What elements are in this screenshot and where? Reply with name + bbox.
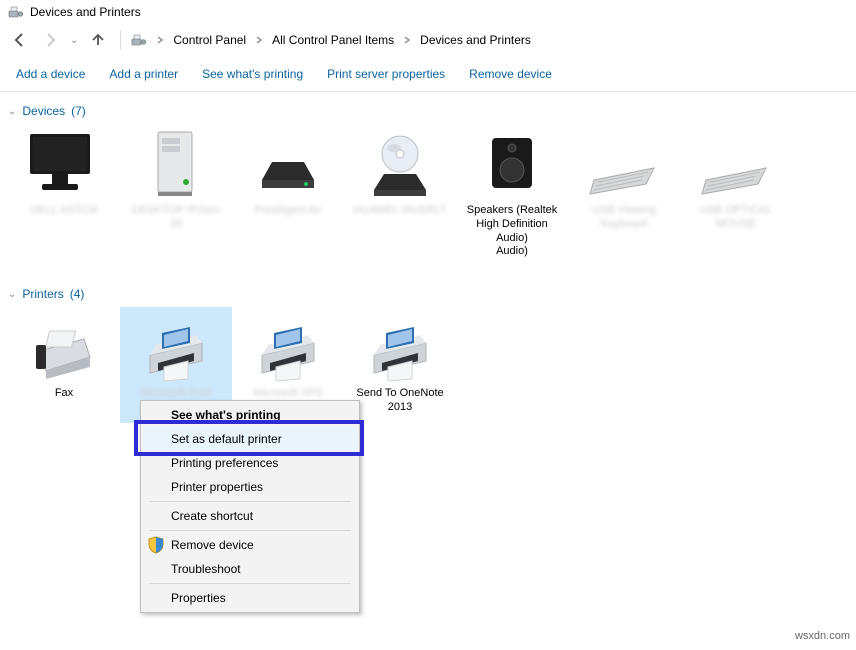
breadcrumb-root-icon[interactable] bbox=[131, 32, 147, 48]
up-button[interactable] bbox=[86, 28, 110, 52]
printer-label: Microsoft XPS bbox=[236, 387, 340, 401]
disc-icon bbox=[348, 130, 452, 200]
printer-item-onenote[interactable]: Send To OneNote 2013 bbox=[344, 307, 456, 423]
printer-icon bbox=[124, 313, 228, 383]
cmd-remove-device[interactable]: Remove device bbox=[469, 67, 552, 81]
section-printers-count: (4) bbox=[70, 287, 85, 301]
section-devices-label: Devices bbox=[22, 104, 65, 118]
cmd-add-printer[interactable]: Add a printer bbox=[109, 67, 178, 81]
speaker-icon bbox=[460, 130, 564, 200]
ctx-remove-device[interactable]: Remove device bbox=[143, 533, 357, 557]
printer-item-fax[interactable]: Fax bbox=[8, 307, 120, 423]
device-label: Prestiigent for bbox=[236, 204, 340, 218]
tower-icon bbox=[124, 130, 228, 200]
ctx-printer-props[interactable]: Printer properties bbox=[143, 475, 357, 499]
device-label: USB Viewing Keyboard bbox=[572, 204, 676, 232]
chevron-right-icon bbox=[402, 35, 412, 45]
ctx-troubleshoot[interactable]: Troubleshoot bbox=[143, 557, 357, 581]
cmd-add-device[interactable]: Add a device bbox=[16, 67, 85, 81]
keyboard-icon bbox=[684, 130, 788, 200]
ctx-see-printing[interactable]: See what's printing bbox=[143, 403, 357, 427]
separator bbox=[120, 30, 121, 50]
drive-icon bbox=[236, 130, 340, 200]
section-printers-label: Printers bbox=[22, 287, 63, 301]
window-title: Devices and Printers bbox=[30, 5, 141, 19]
device-item[interactable]: Prestiigent for bbox=[232, 124, 344, 267]
titlebar: Devices and Printers bbox=[0, 0, 856, 24]
device-item[interactable]: USB OPTICAL MOUSE bbox=[680, 124, 792, 267]
separator bbox=[149, 530, 351, 531]
printer-label: Microsoft Print bbox=[124, 387, 228, 401]
printer-label: Fax bbox=[12, 387, 116, 401]
cmd-see-printing[interactable]: See what's printing bbox=[202, 67, 303, 81]
ctx-properties[interactable]: Properties bbox=[143, 586, 357, 610]
device-item[interactable]: DESKTOP IPServ JD bbox=[120, 124, 232, 267]
ctx-create-shortcut[interactable]: Create shortcut bbox=[143, 504, 357, 528]
recent-locations-dropdown[interactable]: ⌄ bbox=[70, 35, 78, 46]
device-item[interactable]: USB Viewing Keyboard bbox=[568, 124, 680, 267]
device-label: Speakers (Realtek High Definition Audio)… bbox=[460, 204, 564, 259]
devices-grid: DELL ASTCM DESKTOP IPServ JD Prestiigent… bbox=[0, 124, 856, 275]
chevron-right-icon bbox=[155, 35, 165, 45]
printer-label: Send To OneNote 2013 bbox=[348, 387, 452, 415]
device-item[interactable]: HUAWEI JAVERLT bbox=[344, 124, 456, 267]
forward-button[interactable] bbox=[38, 28, 62, 52]
ctx-set-default[interactable]: Set as default printer bbox=[143, 427, 357, 451]
printer-icon bbox=[348, 313, 452, 383]
monitor-icon bbox=[12, 130, 116, 200]
context-menu: See what's printing Set as default print… bbox=[140, 400, 360, 613]
keyboard-icon bbox=[572, 130, 676, 200]
separator bbox=[149, 583, 351, 584]
ctx-printing-prefs[interactable]: Printing preferences bbox=[143, 451, 357, 475]
device-item[interactable]: Speakers (Realtek High Definition Audio)… bbox=[456, 124, 568, 267]
back-button[interactable] bbox=[8, 28, 32, 52]
command-bar: Add a device Add a printer See what's pr… bbox=[0, 57, 856, 92]
shield-icon bbox=[147, 536, 165, 554]
breadcrumb-all-items[interactable]: All Control Panel Items bbox=[272, 33, 394, 47]
breadcrumb-devices-printers[interactable]: Devices and Printers bbox=[420, 33, 531, 47]
device-label: USB OPTICAL MOUSE bbox=[684, 204, 788, 232]
fax-icon bbox=[12, 313, 116, 383]
breadcrumb-control-panel[interactable]: Control Panel bbox=[173, 33, 246, 47]
cmd-print-server-props[interactable]: Print server properties bbox=[327, 67, 445, 81]
printer-icon bbox=[236, 313, 340, 383]
devices-printers-icon bbox=[8, 4, 24, 20]
printers-grid: Fax Microsoft Print Microsoft XPS Send T… bbox=[0, 307, 856, 431]
device-item[interactable]: DELL ASTCM bbox=[8, 124, 120, 267]
device-label: HUAWEI JAVERLT bbox=[348, 204, 452, 218]
separator bbox=[149, 501, 351, 502]
chevron-down-icon: ⌄ bbox=[8, 106, 16, 117]
section-devices-header[interactable]: ⌄ Devices (7) bbox=[0, 92, 856, 124]
watermark: wsxdn.com bbox=[795, 630, 850, 642]
device-label: DESKTOP IPServ JD bbox=[124, 204, 228, 232]
section-printers-header[interactable]: ⌄ Printers (4) bbox=[0, 275, 856, 307]
nav-bar: ⌄ Control Panel All Control Panel Items … bbox=[0, 24, 856, 57]
chevron-down-icon: ⌄ bbox=[8, 289, 16, 300]
section-devices-count: (7) bbox=[71, 104, 86, 118]
device-label: DELL ASTCM bbox=[12, 204, 116, 218]
chevron-right-icon bbox=[254, 35, 264, 45]
